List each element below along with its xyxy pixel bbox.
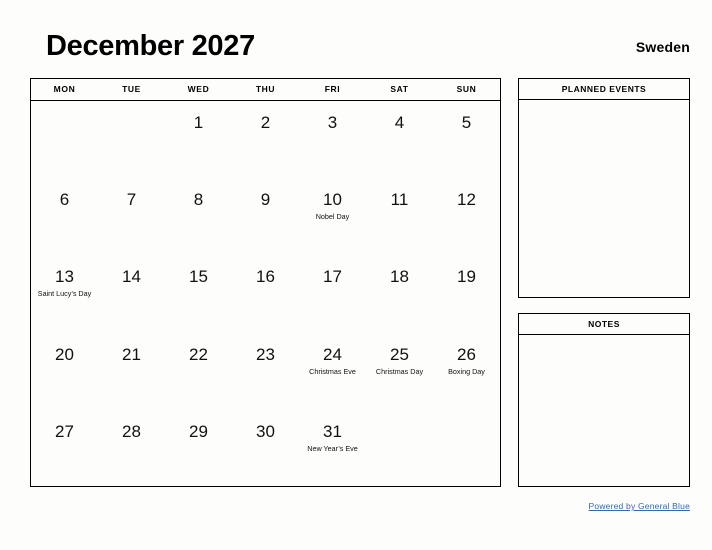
day-cell-12[interactable]: 12	[433, 178, 500, 255]
day-cell-13[interactable]: 13 Saint Lucy’s Day	[31, 255, 98, 332]
day-cell-empty	[433, 410, 500, 487]
day-cell-empty	[366, 410, 433, 487]
day-cell-16[interactable]: 16	[232, 255, 299, 332]
weekday-header-sat: SAT	[390, 84, 409, 94]
calendar-week-row: 1 2 3 4 5	[31, 101, 500, 178]
day-number: 4	[394, 113, 405, 132]
page-header: December 2027 Sweden	[30, 28, 690, 68]
day-cell-14[interactable]: 14	[98, 255, 165, 332]
day-number: 6	[59, 190, 70, 210]
day-event-label: Nobel Day	[315, 212, 350, 222]
day-cell-29[interactable]: 29	[165, 410, 232, 487]
day-number: 21	[122, 344, 141, 364]
day-number: 13	[55, 267, 74, 287]
day-cell-26[interactable]: 26 Boxing Day	[433, 333, 500, 410]
day-cell-3[interactable]: 3	[299, 101, 366, 178]
day-cell-30[interactable]: 30	[232, 410, 299, 487]
weekday-header-wed: WED	[187, 84, 210, 94]
day-cell-20[interactable]: 20	[31, 333, 98, 410]
day-cell-8[interactable]: 8	[165, 178, 232, 255]
day-cell-11[interactable]: 11	[366, 178, 433, 255]
weekday-header-tue: TUE	[122, 84, 141, 94]
calendar-page: December 2027 Sweden MON TUE WED THU FRI SAT S…	[0, 0, 712, 550]
country-label: Sweden	[635, 39, 690, 55]
day-event-label: Boxing Day	[448, 366, 485, 376]
day-cell-28[interactable]: 28	[98, 410, 165, 487]
day-cell-empty	[31, 101, 98, 178]
day-number: 3	[327, 113, 338, 132]
page-title: December 2027	[46, 30, 255, 62]
day-number: 30	[256, 421, 275, 441]
day-cell-4[interactable]: 4	[366, 101, 433, 178]
day-cell-6[interactable]: 6	[31, 178, 98, 255]
day-number: 2	[260, 113, 271, 132]
day-event-label: Christmas Day	[375, 366, 424, 376]
day-event-label: New Year’s Eve	[307, 443, 358, 453]
day-cell-22[interactable]: 22	[165, 333, 232, 410]
notes-title: NOTES	[519, 314, 689, 335]
planned-events-body[interactable]	[519, 100, 689, 297]
calendar-week-row: 20 21 22 23 24 Christmas Eve 25 Christmas Day 26…	[31, 333, 500, 410]
day-number: 15	[189, 267, 208, 287]
day-number: 11	[390, 190, 409, 210]
calendar-grid: MON TUE WED THU FRI SAT SUN 1 2 3 4 5 6 7 8 9 10 Nobel D…	[30, 78, 501, 487]
calendar-week-row: 13 Saint Lucy’s Day 14 15 16 17 18 19	[31, 255, 500, 332]
day-cell-10[interactable]: 10 Nobel Day	[299, 178, 366, 255]
day-number: 25	[390, 344, 409, 364]
day-number: 24	[323, 344, 342, 364]
day-cell-17[interactable]: 17	[299, 255, 366, 332]
day-cell-21[interactable]: 21	[98, 333, 165, 410]
day-cell-5[interactable]: 5	[433, 101, 500, 178]
day-number: 28	[122, 421, 141, 441]
day-number: 29	[189, 421, 208, 441]
day-number: 31	[323, 421, 342, 441]
planned-events-panel: PLANNED EVENTS	[518, 78, 690, 298]
day-event-label: Saint Lucy’s Day	[37, 289, 92, 299]
day-number: 12	[457, 190, 476, 210]
day-cell-19[interactable]: 19	[433, 255, 500, 332]
day-cell-9[interactable]: 9	[232, 178, 299, 255]
day-cell-18[interactable]: 18	[366, 255, 433, 332]
powered-by-link[interactable]: Powered by General Blue	[589, 501, 690, 511]
day-cell-27[interactable]: 27	[31, 410, 98, 487]
notes-body[interactable]	[519, 335, 689, 486]
day-event-label: Christmas Eve	[309, 366, 356, 376]
day-number: 5	[461, 113, 472, 132]
day-number: 27	[55, 421, 74, 441]
planned-events-title: PLANNED EVENTS	[519, 79, 689, 100]
day-number: 9	[260, 190, 271, 210]
day-cell-1[interactable]: 1	[165, 101, 232, 178]
calendar-week-row: 27 28 29 30 31 New Year’s Eve	[31, 410, 500, 487]
day-number: 23	[256, 344, 275, 364]
weekday-header-row: MON TUE WED THU FRI SAT SUN	[31, 79, 500, 101]
day-cell-24[interactable]: 24 Christmas Eve	[299, 333, 366, 410]
day-cell-7[interactable]: 7	[98, 178, 165, 255]
day-number: 14	[122, 267, 141, 287]
weekday-header-mon: MON	[53, 84, 76, 94]
page-footer: Powered by General Blue	[30, 496, 690, 514]
weekday-header-fri: FRI	[324, 84, 341, 94]
day-number: 8	[193, 190, 204, 210]
calendar-week-row: 6 7 8 9 10 Nobel Day 11 12	[31, 178, 500, 255]
day-number: 20	[55, 344, 74, 364]
day-number: 18	[390, 267, 409, 287]
day-cell-2[interactable]: 2	[232, 101, 299, 178]
day-number: 17	[323, 267, 342, 287]
day-number: 16	[256, 267, 275, 287]
day-number: 7	[126, 190, 137, 210]
notes-panel: NOTES	[518, 313, 690, 487]
day-number: 1	[193, 113, 204, 132]
day-cell-25[interactable]: 25 Christmas Day	[366, 333, 433, 410]
weekday-header-sun: SUN	[456, 84, 477, 94]
day-cell-31[interactable]: 31 New Year’s Eve	[299, 410, 366, 487]
day-number: 22	[189, 344, 208, 364]
day-number: 26	[457, 344, 476, 364]
weekday-header-thu: THU	[255, 84, 276, 94]
day-cell-23[interactable]: 23	[232, 333, 299, 410]
day-cell-empty	[98, 101, 165, 178]
calendar-weeks: 1 2 3 4 5 6 7 8 9 10 Nobel Day 11 12 13 Saint Lucy’s D…	[31, 101, 500, 487]
day-number: 19	[457, 267, 476, 287]
day-cell-15[interactable]: 15	[165, 255, 232, 332]
day-number: 10	[323, 190, 342, 210]
